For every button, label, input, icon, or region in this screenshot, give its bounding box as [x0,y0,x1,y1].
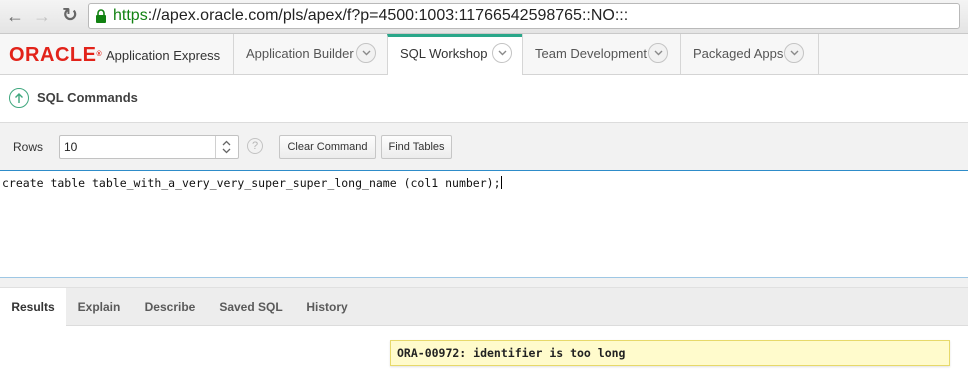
rows-value: 10 [64,140,78,154]
address-bar[interactable]: https://apex.oracle.com/pls/apex/f?p=450… [88,3,960,29]
breadcrumb: SQL Commands [0,75,968,123]
product-name: Application Express [106,48,221,63]
url-text: https://apex.oracle.com/pls/apex/f?p=450… [113,7,628,25]
url-path: ://apex.oracle.com/pls/apex/f?p=4500:100… [147,7,629,24]
rows-label: Rows [13,140,44,154]
error-message: ORA-00972: identifier is too long [397,346,626,360]
forward-arrow-icon[interactable]: → [32,6,52,26]
oracle-logo[interactable]: ORACLE® [9,45,102,65]
results-panel: ORA-00972: identifier is too long [0,326,968,389]
stepper-icon[interactable] [215,136,238,158]
tab-packaged-apps[interactable]: Packaged Apps [680,34,819,74]
reload-icon[interactable]: ↻ [60,6,80,26]
editor-content: create table table_with_a_very_very_supe… [2,176,502,190]
lock-icon [96,9,106,23]
chevron-down-icon[interactable] [784,43,804,63]
help-icon[interactable]: ? [247,138,263,154]
text-caret [500,176,502,189]
tab-history[interactable]: History [294,288,360,326]
clear-command-button[interactable]: Clear Command [279,135,376,159]
back-arrow-icon[interactable]: ← [5,6,25,26]
result-tabs: Results Explain Describe Saved SQL Histo… [0,288,968,326]
tab-team-development[interactable]: Team Development [522,34,680,74]
tab-sql-workshop[interactable]: SQL Workshop [387,34,522,75]
app-header: ORACLE® Application Express Application … [0,34,968,75]
tab-explain[interactable]: Explain [66,288,132,326]
tab-saved-sql[interactable]: Saved SQL [208,288,294,326]
tab-describe[interactable]: Describe [132,288,208,326]
tab-results[interactable]: Results [0,288,66,326]
command-toolbar: Rows 10 ? Clear Command Find Tables [0,123,968,171]
tab-label: SQL Workshop [400,46,488,61]
tab-label: Team Development [535,46,647,61]
tab-label: Application Builder [246,46,354,61]
chevron-down-icon[interactable] [356,43,376,63]
find-tables-button[interactable]: Find Tables [381,135,452,159]
brand-name: ORACLE [9,44,97,66]
resize-splitter[interactable] [0,278,968,288]
chevron-down-icon[interactable] [648,43,668,63]
tab-label: Packaged Apps [693,46,784,61]
tab-application-builder[interactable]: Application Builder [233,34,388,74]
url-scheme: https [113,7,148,24]
sql-editor[interactable]: create table table_with_a_very_very_supe… [0,171,968,278]
sql-text: create table table_with_a_very_very_supe… [2,176,501,190]
error-message-box: ORA-00972: identifier is too long [390,340,950,366]
up-arrow-icon[interactable] [9,88,29,108]
rows-select[interactable]: 10 [59,135,239,159]
chevron-down-icon[interactable] [492,43,512,63]
browser-toolbar: ← → ↻ https://apex.oracle.com/pls/apex/f… [0,0,968,34]
page-title: SQL Commands [37,90,138,105]
